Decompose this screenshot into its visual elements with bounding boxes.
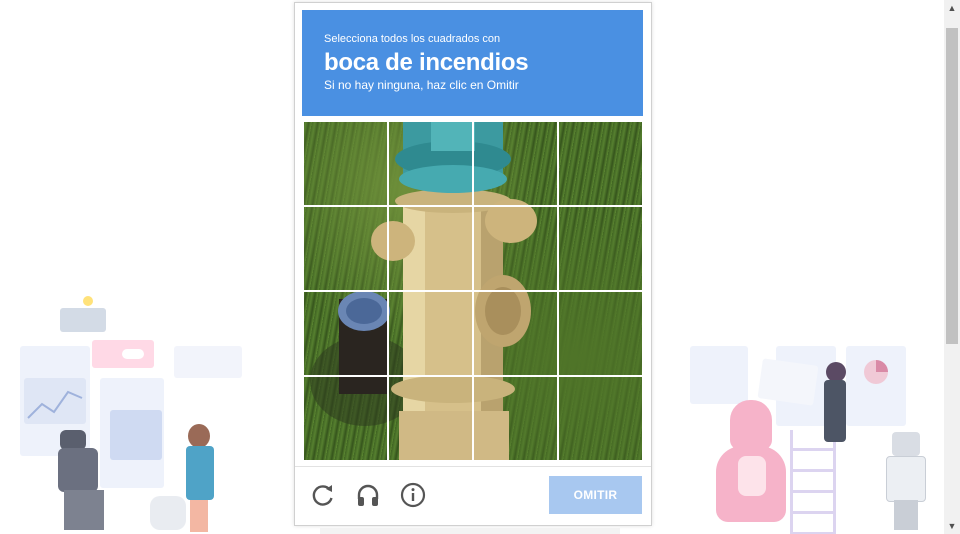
person-figure [826,362,846,382]
grid-tile[interactable] [303,206,388,291]
robot-figure [892,432,920,456]
target-object: boca de incendios [324,49,529,76]
illustration-card [690,346,748,404]
info-button[interactable] [399,481,427,509]
grid-tile[interactable] [558,121,643,206]
woman-figure [188,424,210,448]
grid-tile[interactable] [388,121,473,206]
reload-icon [312,485,333,506]
reload-button[interactable] [309,481,337,509]
grid-tile[interactable] [303,376,388,461]
grid-tile[interactable] [558,376,643,461]
scroll-down-icon[interactable]: ▼ [944,518,960,534]
audio-challenge-button[interactable] [354,481,382,509]
grid-tile[interactable] [388,291,473,376]
grid-tile[interactable] [388,376,473,461]
info-icon [400,482,426,508]
person-figure [824,380,846,442]
illustration-toggle-card [92,340,154,368]
scroll-thumb[interactable] [946,28,958,344]
person-figure [64,490,104,530]
illustration-robot [60,308,106,332]
instruction-suffix: Si no hay ninguna, haz clic en Omitir [324,78,519,92]
robot-figure [894,500,918,530]
grid-tile[interactable] [473,206,558,291]
illustration-pie-card [846,346,906,426]
headphones-icon [357,484,379,506]
vertical-scrollbar[interactable]: ▲ ▼ [944,0,960,534]
challenge-header: Selecciona todos los cuadrados con boca … [302,10,643,116]
robot-figure [886,456,926,502]
grid-tile[interactable] [388,206,473,291]
illustration-card [757,358,819,406]
illustration-chart-card [24,378,86,424]
woman-figure [190,500,208,532]
monster-figure [730,400,772,450]
skip-button[interactable]: OMITIR [549,476,642,514]
person-figure [58,448,98,492]
image-grid [303,121,643,461]
illustration-card [110,410,162,460]
instruction-prefix: Selecciona todos los cuadrados con [324,33,501,45]
grid-tile[interactable] [303,121,388,206]
captcha-challenge: Selecciona todos los cuadrados con boca … [294,2,652,526]
woman-figure [186,446,214,500]
grid-tile[interactable] [558,291,643,376]
footer-divider [295,466,651,467]
grid-tile[interactable] [473,376,558,461]
ladder-figure [790,430,836,534]
page-divider [320,528,620,534]
person-figure [60,430,86,450]
grid-tile[interactable] [303,291,388,376]
monster-figure [738,456,766,496]
grid-tile[interactable] [473,121,558,206]
grid-tile[interactable] [558,206,643,291]
scroll-up-icon[interactable]: ▲ [944,0,960,16]
lightbulb-icon [83,296,93,306]
illustration-card [174,346,242,378]
grid-tile[interactable] [473,291,558,376]
dog-figure [150,496,186,530]
